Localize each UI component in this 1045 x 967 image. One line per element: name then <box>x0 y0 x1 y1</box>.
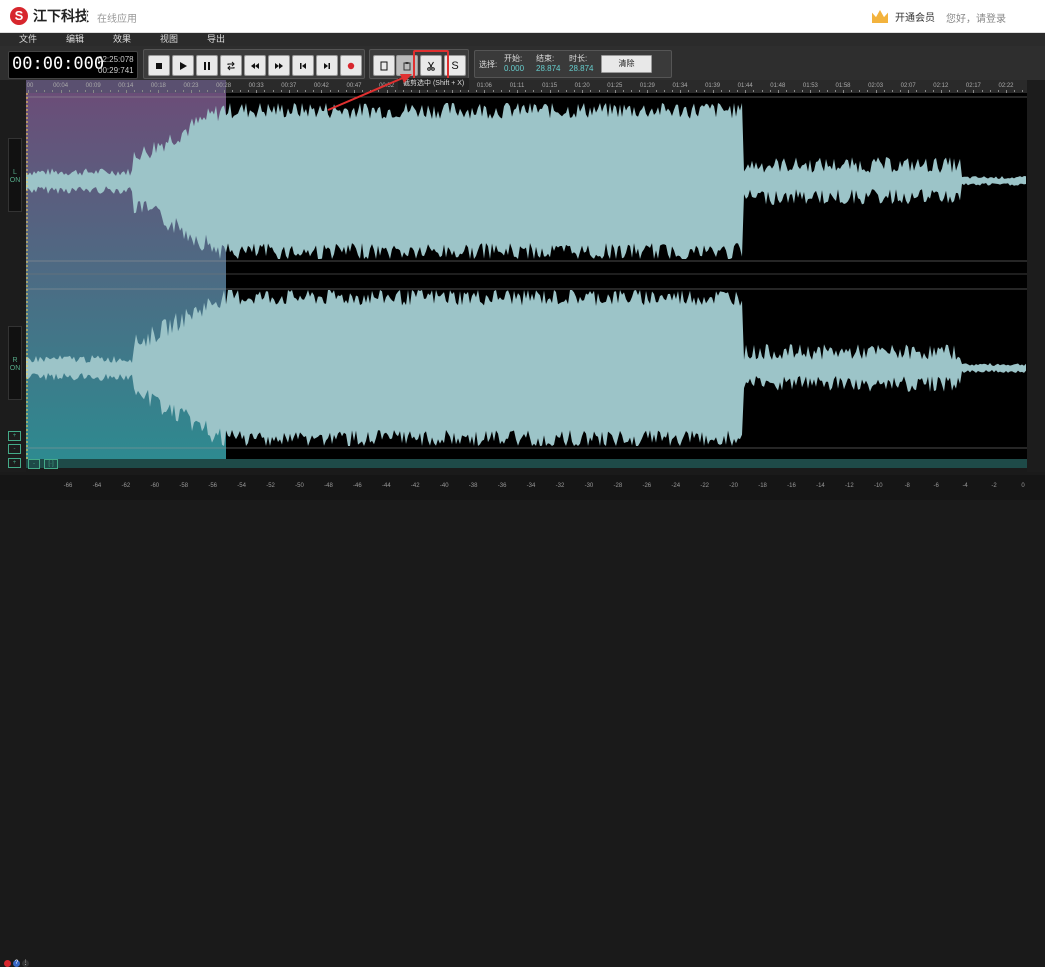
meter-tick-label: -40 <box>439 483 449 489</box>
settings-icon[interactable]: ⋮ <box>22 960 29 967</box>
brand-icon <box>4 960 11 967</box>
meter-tick-label: -26 <box>642 483 652 489</box>
meter-tick-label: -30 <box>584 483 594 489</box>
meter-tick-label: -42 <box>410 483 420 489</box>
meter-tick-label: -38 <box>468 483 478 489</box>
meter-tick-label: -36 <box>497 483 507 489</box>
meter-tick-label: -6 <box>933 483 939 489</box>
meter-tick-label: -52 <box>266 483 275 489</box>
level-meter: -66 -64 -62 -60 -58 -56 -54 -52 -50 -48 -46 -44 -42-… <box>0 475 1045 967</box>
meter-tick-label: -22 <box>700 483 709 489</box>
meter-tick-label: -12 <box>845 483 854 489</box>
meter-tick-label: -48 <box>324 483 333 489</box>
meter-tick-label: -44 <box>381 483 391 489</box>
meter-tick-label: -16 <box>787 483 796 489</box>
meter-tick-label: -2 <box>991 483 997 489</box>
meter-tick-label: -28 <box>613 483 623 489</box>
meter-tick-label: -64 <box>92 483 102 489</box>
meter-tick-label: -14 <box>816 483 825 489</box>
meter-tick-label: -60 <box>150 483 160 489</box>
meter-tick-label: -18 <box>758 483 767 489</box>
meter-tick-label: -4 <box>962 483 968 489</box>
meter-tick-label: -66 <box>63 483 73 489</box>
meter-tick-label: 0 <box>1021 483 1025 489</box>
status-icons: ? ⋮ <box>4 960 29 967</box>
meter-tick-label: -50 <box>295 483 304 489</box>
help-icon[interactable]: ? <box>13 960 20 967</box>
meter-tick-label: -58 <box>179 483 189 489</box>
meter-tick-label: -54 <box>237 483 246 489</box>
meter-tick-label: -34 <box>526 483 536 489</box>
meter-tick-label: -56 <box>208 483 218 489</box>
meter-tick-label: -32 <box>555 483 565 489</box>
meter-tick-label: -20 <box>729 483 738 489</box>
meter-tick-label: -62 <box>121 483 131 489</box>
meter-tick-label: -10 <box>873 483 883 489</box>
meter-tick-label: -46 <box>353 483 362 489</box>
meter-tick-label: -8 <box>904 483 910 489</box>
meter-tick-label: -24 <box>671 483 681 489</box>
annotation-arrow <box>327 74 412 111</box>
